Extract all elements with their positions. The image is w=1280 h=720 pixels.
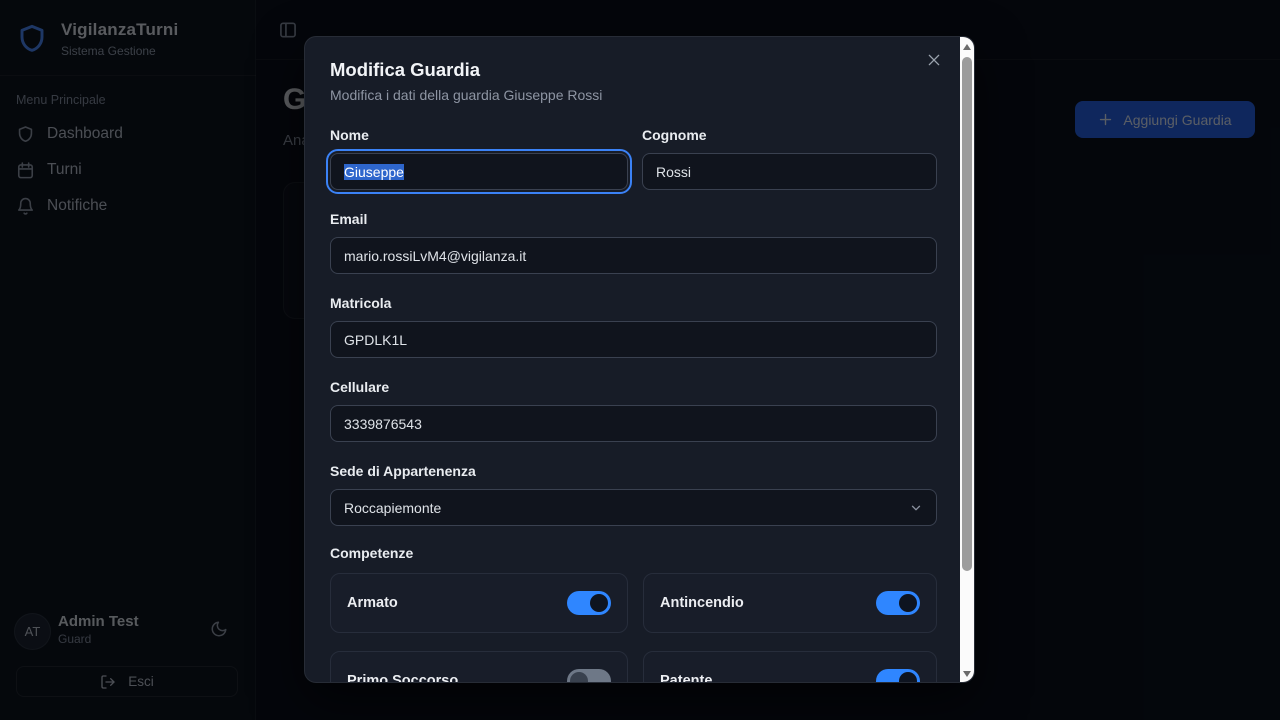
- edit-guard-modal: Modifica Guardia Modifica i dati della g…: [304, 36, 975, 683]
- nome-label: Nome: [330, 125, 628, 145]
- email-input[interactable]: mario.rossiLvM4@vigilanza.it: [330, 237, 937, 274]
- sede-value: Roccapiemonte: [344, 500, 441, 516]
- cognome-label: Cognome: [642, 125, 937, 145]
- competenza-card-patente: Patente: [643, 651, 937, 683]
- cellulare-value: 3339876543: [344, 416, 422, 432]
- antincendio-toggle[interactable]: [876, 591, 920, 615]
- modal-scrollbar[interactable]: [960, 37, 974, 683]
- app-root: VigilanzaTurni Sistema Gestione Menu Pri…: [0, 0, 1280, 720]
- matricola-input[interactable]: GPDLK1L: [330, 321, 937, 358]
- competenze-label: Competenze: [330, 543, 413, 563]
- armato-label: Armato: [347, 595, 398, 611]
- competenza-card-armato: Armato: [330, 573, 628, 633]
- toggle-knob: [899, 594, 917, 612]
- armato-toggle[interactable]: [567, 591, 611, 615]
- scroll-down-arrow-icon[interactable]: [963, 671, 971, 677]
- matricola-label: Matricola: [330, 293, 937, 313]
- patente-toggle[interactable]: [876, 669, 920, 683]
- scroll-up-arrow-icon[interactable]: [963, 44, 971, 50]
- toggle-knob: [899, 672, 917, 683]
- nome-value-selected: Giuseppe: [344, 164, 404, 180]
- primo-soccorso-label: Primo Soccorso: [347, 673, 458, 683]
- cellulare-input[interactable]: 3339876543: [330, 405, 937, 442]
- toggle-knob: [590, 594, 608, 612]
- modal-subtitle: Modifica i dati della guardia Giuseppe R…: [330, 87, 602, 103]
- nome-input[interactable]: Giuseppe: [330, 153, 628, 190]
- patente-label: Patente: [660, 673, 712, 683]
- sede-label: Sede di Appartenenza: [330, 461, 937, 481]
- scrollbar-thumb[interactable]: [962, 57, 972, 571]
- primo-soccorso-toggle[interactable]: [567, 669, 611, 683]
- matricola-value: GPDLK1L: [344, 332, 407, 348]
- cognome-value: Rossi: [656, 164, 691, 180]
- antincendio-label: Antincendio: [660, 595, 744, 611]
- competenza-card-primo-soccorso: Primo Soccorso: [330, 651, 628, 683]
- cognome-input[interactable]: Rossi: [642, 153, 937, 190]
- toggle-knob: [570, 672, 588, 683]
- chevron-down-icon: [909, 501, 923, 515]
- close-icon[interactable]: [926, 52, 942, 68]
- modal-title: Modifica Guardia: [330, 59, 480, 81]
- email-label: Email: [330, 209, 937, 229]
- cellulare-label: Cellulare: [330, 377, 937, 397]
- competenza-card-antincendio: Antincendio: [643, 573, 937, 633]
- sede-select[interactable]: Roccapiemonte: [330, 489, 937, 526]
- email-value: mario.rossiLvM4@vigilanza.it: [344, 248, 526, 264]
